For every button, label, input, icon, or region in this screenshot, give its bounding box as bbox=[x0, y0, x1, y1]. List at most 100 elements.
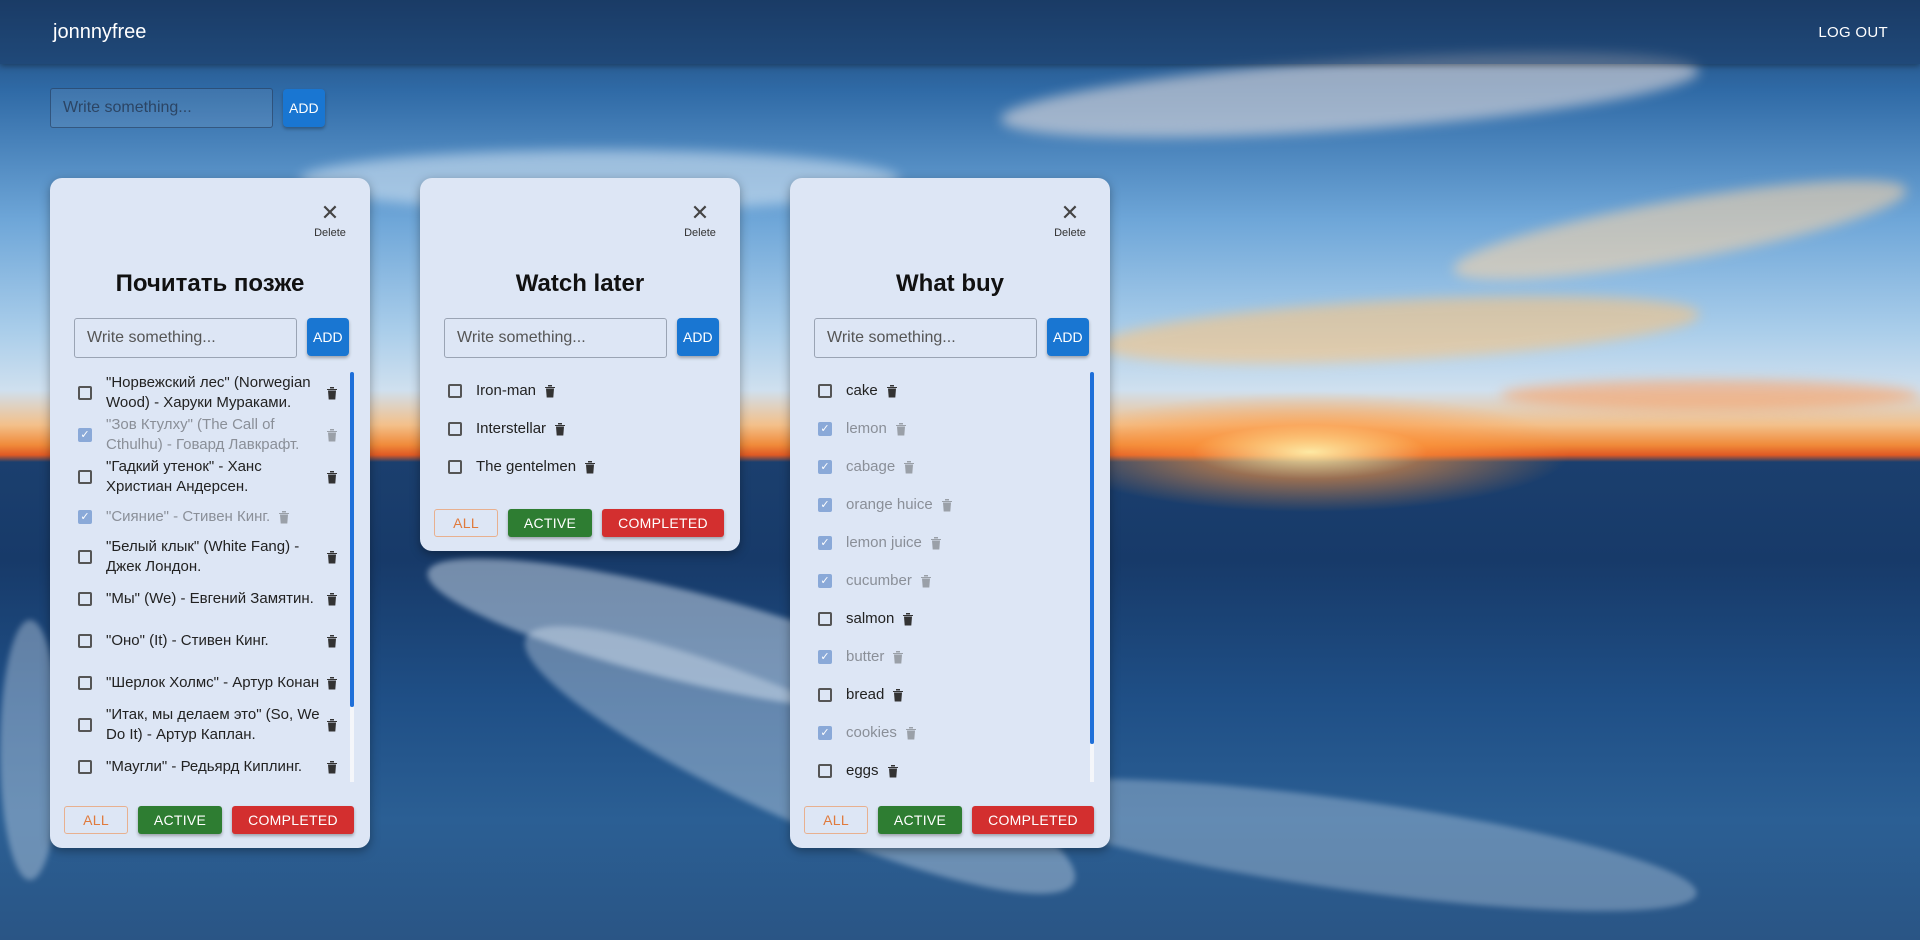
trash-icon[interactable] bbox=[278, 510, 290, 524]
trash-icon[interactable] bbox=[895, 422, 907, 436]
item-checkbox[interactable] bbox=[448, 460, 462, 474]
filter-all-button[interactable]: ALL bbox=[434, 509, 498, 537]
list-scrollbar[interactable] bbox=[350, 372, 354, 707]
add-list-button[interactable]: ADD bbox=[283, 89, 325, 127]
trash-icon[interactable] bbox=[902, 612, 914, 626]
item-checkbox[interactable] bbox=[78, 470, 92, 484]
delete-label: Delete bbox=[1054, 227, 1086, 239]
trash-icon[interactable] bbox=[326, 550, 338, 564]
trash-icon[interactable] bbox=[326, 428, 338, 442]
logout-button[interactable]: LOG OUT bbox=[1818, 24, 1888, 41]
item-checkbox[interactable] bbox=[78, 760, 92, 774]
add-item-button[interactable]: ADD bbox=[677, 318, 719, 356]
item-checkbox[interactable] bbox=[818, 650, 832, 664]
item-text: "Маугли" - Редьярд Киплинг. bbox=[106, 758, 303, 775]
trash-icon[interactable] bbox=[326, 676, 338, 690]
list-item: "Белый клык" (White Fang) - Джек Лондон. bbox=[74, 536, 354, 578]
item-checkbox[interactable] bbox=[78, 592, 92, 606]
trash-icon[interactable] bbox=[326, 634, 338, 648]
item-text: cabage bbox=[846, 458, 896, 475]
trash-icon[interactable] bbox=[930, 536, 942, 550]
item-checkbox[interactable] bbox=[818, 574, 832, 588]
trash-icon[interactable] bbox=[544, 384, 556, 398]
trash-icon[interactable] bbox=[326, 470, 338, 484]
item-checkbox[interactable] bbox=[78, 676, 92, 690]
filter-active-button[interactable]: ACTIVE bbox=[138, 806, 222, 834]
new-item-input[interactable] bbox=[814, 318, 1037, 358]
background-cloud bbox=[1448, 160, 1912, 300]
list-item: "Норвежский лес" (Norwegian Wood) - Хару… bbox=[74, 372, 354, 414]
trash-icon[interactable] bbox=[554, 422, 566, 436]
item-checkbox[interactable] bbox=[78, 550, 92, 564]
item-checkbox[interactable] bbox=[818, 422, 832, 436]
filter-all-button[interactable]: ALL bbox=[804, 806, 868, 834]
item-checkbox[interactable] bbox=[78, 386, 92, 400]
background-cloud bbox=[1098, 284, 1702, 376]
new-list-input[interactable] bbox=[50, 88, 273, 128]
item-checkbox[interactable] bbox=[448, 384, 462, 398]
background-cloud bbox=[1500, 380, 1920, 410]
item-checkbox[interactable] bbox=[78, 718, 92, 732]
filter-completed-button[interactable]: COMPLETED bbox=[972, 806, 1094, 834]
delete-list-button[interactable]: ✕ Delete bbox=[1052, 202, 1088, 240]
item-checkbox[interactable] bbox=[78, 428, 92, 442]
item-text: cookies bbox=[846, 724, 897, 741]
trash-icon[interactable] bbox=[886, 384, 898, 398]
filter-completed-button[interactable]: COMPLETED bbox=[232, 806, 354, 834]
list-item: cucumber bbox=[814, 562, 1094, 600]
todo-list-card: ✕ Delete Watch later ADD Iron-man Inters… bbox=[420, 178, 740, 551]
list-item: cake bbox=[814, 372, 1094, 410]
item-text: salmon bbox=[846, 610, 895, 627]
trash-icon[interactable] bbox=[920, 574, 932, 588]
item-checkbox[interactable] bbox=[78, 510, 92, 524]
trash-icon[interactable] bbox=[326, 386, 338, 400]
scrollbar-track bbox=[350, 707, 354, 782]
list-item: cabage bbox=[814, 448, 1094, 486]
trash-icon[interactable] bbox=[892, 688, 904, 702]
item-text: "Мы" (We) - Евгений Замятин. bbox=[106, 590, 314, 607]
item-list: "Норвежский лес" (Norwegian Wood) - Хару… bbox=[74, 372, 354, 782]
filter-active-button[interactable]: ACTIVE bbox=[508, 509, 592, 537]
add-item-button[interactable]: ADD bbox=[1047, 318, 1089, 356]
trash-icon[interactable] bbox=[905, 726, 917, 740]
item-text: "Шерлок Холмс" - Артур Конан bbox=[106, 674, 320, 691]
filter-bar: ALL ACTIVE COMPLETED bbox=[64, 806, 354, 834]
trash-icon[interactable] bbox=[892, 650, 904, 664]
delete-list-button[interactable]: ✕ Delete bbox=[312, 202, 348, 240]
list-item: "Сияние" - Стивен Кинг. bbox=[74, 498, 354, 536]
delete-list-button[interactable]: ✕ Delete bbox=[682, 202, 718, 240]
list-scrollbar[interactable] bbox=[1090, 372, 1094, 744]
new-item-input[interactable] bbox=[74, 318, 297, 358]
item-checkbox[interactable] bbox=[818, 612, 832, 626]
item-checkbox[interactable] bbox=[818, 498, 832, 512]
item-checkbox[interactable] bbox=[818, 536, 832, 550]
trash-icon[interactable] bbox=[326, 760, 338, 774]
trash-icon[interactable] bbox=[326, 592, 338, 606]
list-item: salmon bbox=[814, 600, 1094, 638]
item-checkbox[interactable] bbox=[818, 688, 832, 702]
list-item: lemon juice bbox=[814, 524, 1094, 562]
list-item: "Гадкий утенок" - Ханс Христиан Андерсен… bbox=[74, 456, 354, 498]
filter-all-button[interactable]: ALL bbox=[64, 806, 128, 834]
item-checkbox[interactable] bbox=[818, 764, 832, 778]
item-checkbox[interactable] bbox=[818, 384, 832, 398]
todo-list-card: ✕ Delete Почитать позже ADD "Норвежский … bbox=[50, 178, 370, 848]
trash-icon[interactable] bbox=[326, 718, 338, 732]
add-item-button[interactable]: ADD bbox=[307, 318, 349, 356]
trash-icon[interactable] bbox=[941, 498, 953, 512]
item-text: cake bbox=[846, 382, 878, 399]
list-item: "Маугли" - Редьярд Киплинг. bbox=[74, 746, 354, 782]
trash-icon[interactable] bbox=[887, 764, 899, 778]
trash-icon[interactable] bbox=[584, 460, 596, 474]
trash-icon[interactable] bbox=[903, 460, 915, 474]
filter-completed-button[interactable]: COMPLETED bbox=[602, 509, 724, 537]
item-checkbox[interactable] bbox=[818, 726, 832, 740]
item-text: "Оно" (It) - Стивен Кинг. bbox=[106, 632, 269, 649]
item-checkbox[interactable] bbox=[448, 422, 462, 436]
item-checkbox[interactable] bbox=[78, 634, 92, 648]
item-text: "Сияние" - Стивен Кинг. bbox=[106, 508, 271, 525]
item-list: cake lemon cabage orange huice lemon jui… bbox=[814, 372, 1094, 782]
filter-active-button[interactable]: ACTIVE bbox=[878, 806, 962, 834]
item-checkbox[interactable] bbox=[818, 460, 832, 474]
new-item-input[interactable] bbox=[444, 318, 667, 358]
